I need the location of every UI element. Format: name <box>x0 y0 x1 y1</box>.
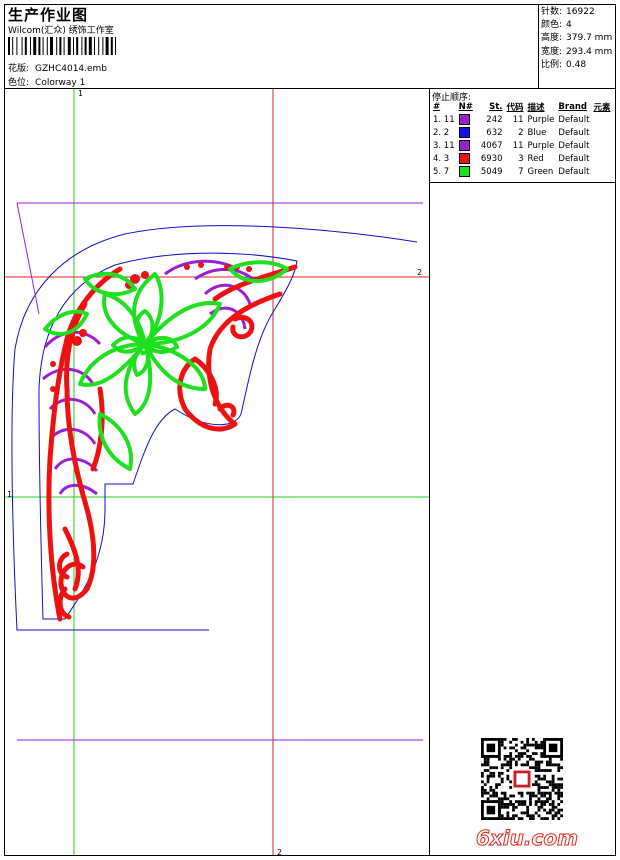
stop-sequence-table: # N# St. 代码 描述 Brand 元素 1. 11 242 11 Purple… <box>431 101 612 178</box>
row-empty-cell <box>591 152 612 165</box>
row-color-cell <box>457 152 475 165</box>
col-header: 描述 <box>527 103 545 113</box>
studio-subtitle: Wilcom(汇众) 绣饰工作室 <box>8 26 114 36</box>
design-file-name: GZHC4014.emb <box>35 64 108 74</box>
table-row: 5. 7 5049 7 Green Default <box>431 165 612 178</box>
row-color-cell <box>457 139 475 152</box>
colorway-row: 色位: Colorway 1 <box>8 75 85 88</box>
row-code: 2 <box>518 127 524 138</box>
row-color-cell <box>457 113 475 126</box>
stat-colors: 颜色: 4 <box>541 20 572 31</box>
row-stitches: 6930 <box>480 153 503 164</box>
col-header: 元素 <box>593 103 611 113</box>
row-brand: Default <box>558 114 590 125</box>
row-code: 11 <box>512 114 524 125</box>
row-code: 7 <box>518 166 524 177</box>
row-index: 1. 11 <box>433 114 455 125</box>
row-stitches: 5049 <box>480 166 503 177</box>
design-file-row: 花版: GZHC4014.emb <box>8 61 107 74</box>
row-description: Purple <box>527 140 555 151</box>
row-description: Blue <box>527 127 547 138</box>
table-divider <box>429 182 616 183</box>
axis-marker-2-right: 2 <box>417 268 423 277</box>
stat-width: 宽度: 293.4 mm <box>541 46 613 57</box>
row-description: Purple <box>527 114 555 125</box>
col-header: # <box>433 102 441 112</box>
col-header: N# <box>458 102 473 112</box>
axis-marker-1-left: 1 <box>7 490 13 499</box>
axis-marker-2-bottom: 2 <box>277 848 283 857</box>
table-row: 1. 11 242 11 Purple Default <box>431 113 612 126</box>
row-brand: Default <box>558 166 590 177</box>
row-index: 4. 3 <box>433 153 450 164</box>
embroidery-design-canvas <box>5 89 429 855</box>
qr-code-icon <box>481 738 563 820</box>
row-color-cell <box>457 126 475 139</box>
row-description: Red <box>527 153 544 164</box>
row-color-cell <box>457 165 475 178</box>
color-swatch <box>458 114 470 125</box>
stat-height: 高度: 379.7 mm <box>541 33 613 44</box>
row-index: 2. 2 <box>433 127 450 138</box>
row-empty-cell <box>591 139 612 152</box>
color-swatch <box>458 166 470 177</box>
outline-diagonal <box>16 202 40 315</box>
row-index: 3. 11 <box>433 140 455 151</box>
design-label: 花版: <box>8 64 30 74</box>
barcode-icon <box>8 37 116 55</box>
stats-divider <box>538 4 539 88</box>
col-header: Brand <box>558 102 587 112</box>
colorway-label: 色位: <box>8 78 30 88</box>
row-brand: Default <box>558 153 590 164</box>
stats-panel: 针数: 16922 颜色: 4 高度: 379.7 mm 宽度: 293.4 mm 比例… <box>541 6 612 72</box>
colorway-name: Colorway 1 <box>35 78 86 88</box>
row-brand: Default <box>558 127 590 138</box>
row-stitches: 632 <box>486 127 503 138</box>
row-empty-cell <box>591 165 612 178</box>
table-row: 3. 11 4067 11 Purple Default <box>431 139 612 152</box>
row-description: Green <box>527 166 554 177</box>
row-index: 5. 7 <box>433 166 450 177</box>
table-row: 2. 2 632 2 Blue Default <box>431 126 612 139</box>
row-code: 3 <box>518 153 524 164</box>
row-code: 11 <box>512 140 524 151</box>
col-header: 代码 <box>506 103 524 113</box>
table-header-row: # N# St. 代码 描述 Brand 元素 <box>431 101 612 113</box>
row-stitches: 4067 <box>480 140 503 151</box>
color-swatch <box>458 153 470 164</box>
stat-scale: 比例: 0.48 <box>541 59 587 70</box>
row-stitches: 242 <box>486 114 503 125</box>
col-header: St. <box>489 102 503 112</box>
axis-marker-1-top: 1 <box>78 89 84 98</box>
row-empty-cell <box>591 126 612 139</box>
page-title: 生产作业图 <box>8 6 89 24</box>
panel-divider <box>429 88 430 856</box>
table-row: 4. 3 6930 3 Red Default <box>431 152 612 165</box>
stat-stitches: 针数: 16922 <box>541 7 595 17</box>
row-brand: Default <box>558 140 590 151</box>
color-swatch <box>458 127 470 138</box>
green-flower <box>43 260 289 471</box>
site-logo: 6xiu.com <box>476 826 579 851</box>
color-swatch <box>458 140 470 151</box>
row-empty-cell <box>591 113 612 126</box>
